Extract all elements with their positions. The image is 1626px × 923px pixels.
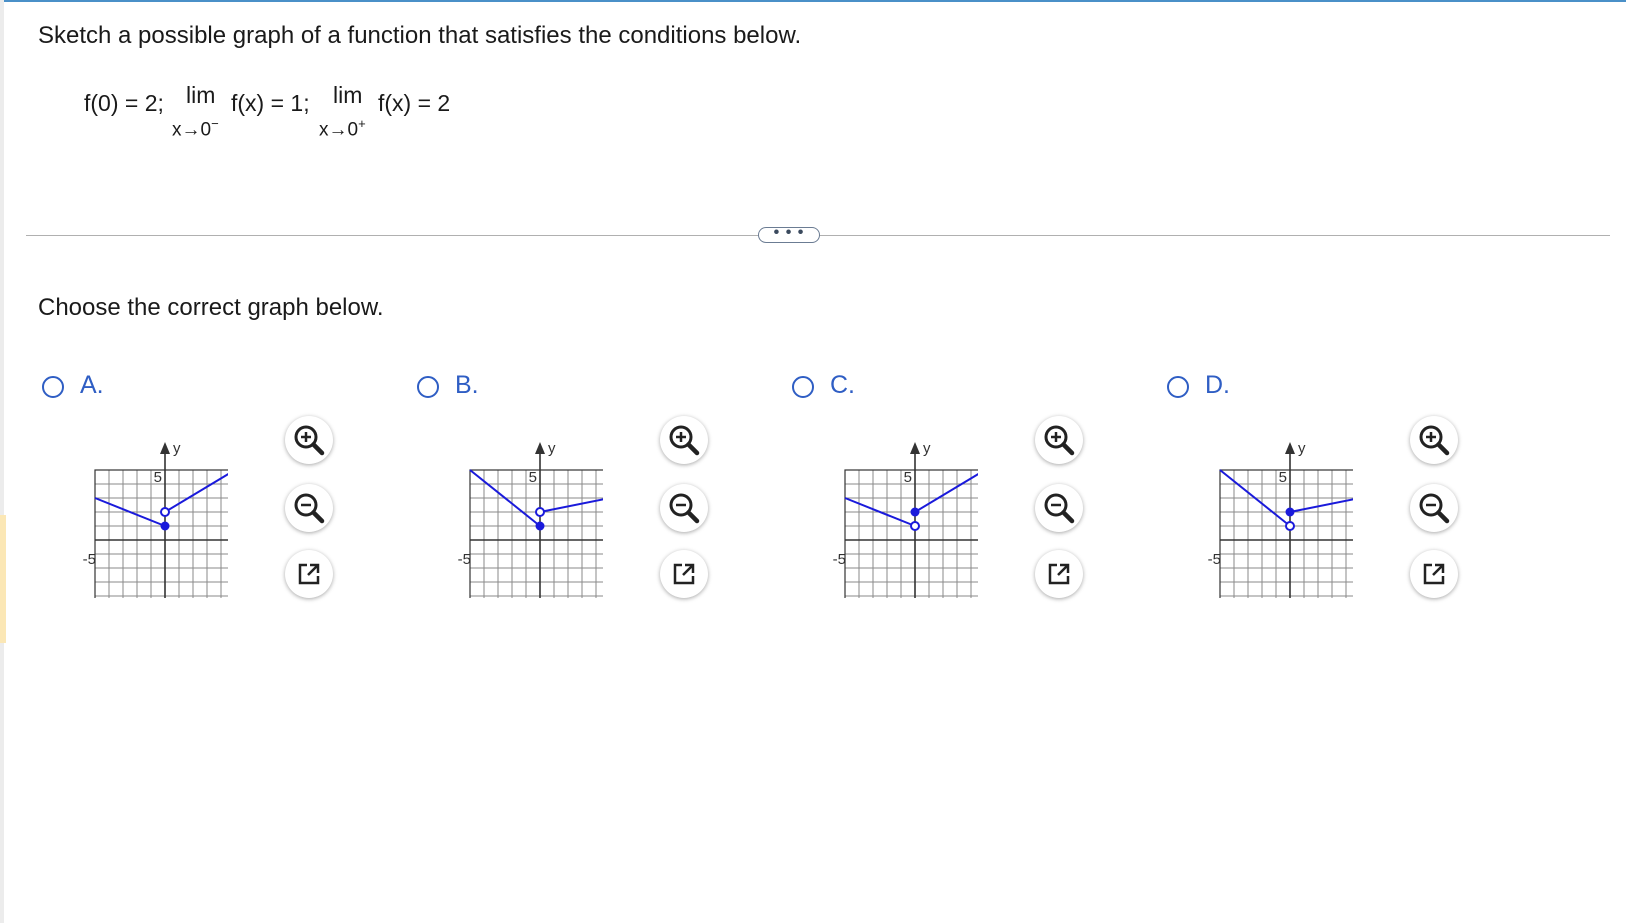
external-link-icon [1048,563,1070,585]
option-b-zoom-in-button[interactable] [660,416,708,464]
option-c[interactable]: C.yx5-5-55 [788,370,1168,610]
zoom-in-icon [1044,425,1075,456]
option-d-radio[interactable] [1167,376,1189,398]
option-a-graph: yx5-5-55 [83,440,228,598]
f-of-zero: f(0) = 2; [84,90,164,116]
graph-frame [844,469,978,598]
left-border [0,0,4,923]
option-a[interactable]: A.yx5-5-55 [38,370,418,610]
external-link-icon [673,563,695,585]
graph-frame [1219,469,1353,598]
zoom-in-icon [1419,425,1450,456]
open-point [160,507,170,517]
filled-point [160,521,170,531]
zoom-out-icon [669,493,700,524]
x-tick-neg5: -5 [833,551,846,568]
y-tick-5: 5 [529,469,537,486]
more-button[interactable]: • • • [758,225,820,243]
option-b-label[interactable]: B. [455,371,479,400]
y-axis-arrow [160,442,170,454]
y-axis-arrow [910,442,920,454]
y-tick-5: 5 [1279,469,1287,486]
limit-right-expression: f(x) = 2 [378,90,451,116]
y-tick-5: 5 [154,469,162,486]
option-c-radio[interactable] [792,376,814,398]
filled-point [535,521,545,531]
option-b-graph: yx5-5-55 [458,440,603,598]
option-c-zoom-in-button[interactable] [1035,416,1083,464]
open-point [535,507,545,517]
filled-point [910,507,920,517]
x-tick-neg5: -5 [1208,551,1221,568]
option-d-label[interactable]: D. [1205,371,1230,400]
option-b-open-new-window-button[interactable] [660,550,708,598]
option-c-label[interactable]: C. [830,371,855,400]
external-link-icon [1423,563,1445,585]
zoom-out-icon [1044,493,1075,524]
conditions-formula: f(0) = 2; lim x→0− f(x) = 1; lim x→0+ f(… [84,82,504,152]
limit-right-word: lim [333,82,363,108]
top-border [0,0,1626,2]
option-d-open-new-window-button[interactable] [1410,550,1458,598]
curve-right-branch [914,473,978,513]
y-axis-label: y [548,440,556,457]
open-point [910,521,920,531]
option-a-zoom-out-button[interactable] [285,484,333,532]
option-c-zoom-out-button[interactable] [1035,484,1083,532]
option-d-zoom-out-button[interactable] [1410,484,1458,532]
y-tick-5: 5 [904,469,912,486]
option-b-zoom-out-button[interactable] [660,484,708,532]
curve-right-branch [164,473,228,513]
zoom-out-icon [294,493,325,524]
y-axis-arrow [1285,442,1295,454]
y-axis-label: y [923,440,931,457]
instruction-text: Choose the correct graph below. [38,294,384,321]
option-a-radio[interactable] [42,376,64,398]
y-axis-label: y [1298,440,1306,457]
graph-frame [469,469,603,598]
option-d-zoom-in-button[interactable] [1410,416,1458,464]
zoom-out-icon [1419,493,1450,524]
option-c-graph: yx5-5-55 [833,440,978,598]
x-tick-neg5: -5 [83,551,96,568]
limit-left-expression: f(x) = 1; [231,90,310,116]
x-tick-neg5: -5 [458,551,471,568]
y-axis-arrow [535,442,545,454]
zoom-in-icon [294,425,325,456]
option-b-radio[interactable] [417,376,439,398]
option-c-open-new-window-button[interactable] [1035,550,1083,598]
external-link-icon [298,563,320,585]
zoom-in-icon [669,425,700,456]
limit-left-subscript: x→0− [172,116,219,141]
open-point [1285,521,1295,531]
option-d[interactable]: D.yx5-5-55 [1163,370,1543,610]
option-b[interactable]: B.yx5-5-55 [413,370,793,610]
graph-frame [94,469,228,598]
limit-right-subscript: x→0+ [319,116,366,141]
option-d-graph: yx5-5-55 [1208,440,1353,598]
y-axis-label: y [173,440,181,457]
option-a-label[interactable]: A. [80,371,104,400]
scroll-marker [0,515,6,643]
curve-right-branch [1289,498,1353,513]
curve-right-branch [539,498,603,513]
option-a-open-new-window-button[interactable] [285,550,333,598]
limit-left-word: lim [186,82,216,108]
question-prompt: Sketch a possible graph of a function th… [38,22,802,49]
option-a-zoom-in-button[interactable] [285,416,333,464]
filled-point [1285,507,1295,517]
